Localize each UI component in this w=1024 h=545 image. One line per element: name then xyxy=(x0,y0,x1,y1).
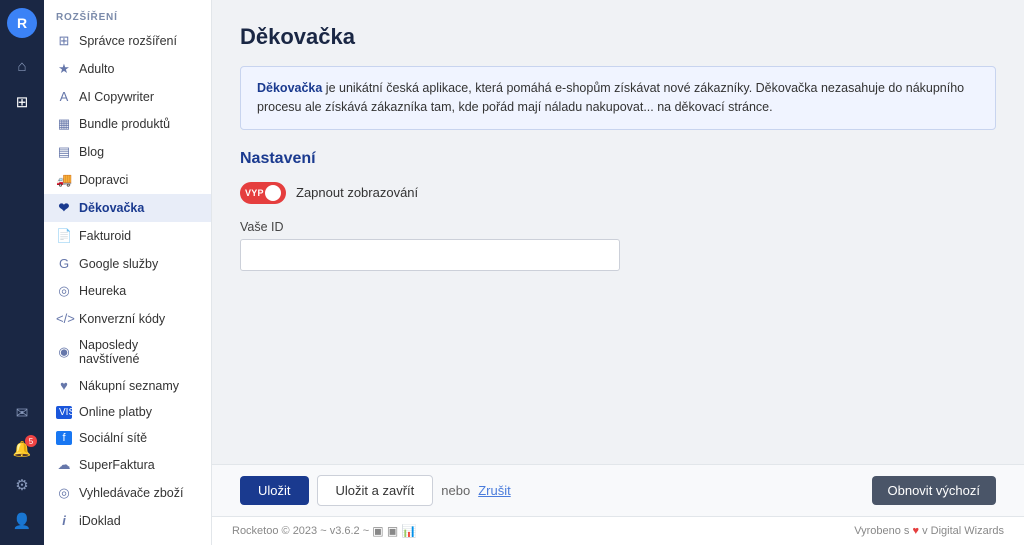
naposledy-icon: ◉ xyxy=(56,344,72,360)
sidebar-item-vyhledavace-label: Vyhledávače zboží xyxy=(79,486,183,500)
cancel-button[interactable]: Zrušit xyxy=(478,483,511,498)
sidebar-item-idoklad[interactable]: i iDoklad xyxy=(44,507,211,534)
sidebar-section-title-messenger: MESSENGER xyxy=(44,534,211,545)
page-title: Děkovačka xyxy=(240,24,996,50)
sidebar-item-fakturoid[interactable]: 📄 Fakturoid xyxy=(44,222,211,250)
sidebar-section-messenger: MESSENGER ◎ Nastavení xyxy=(44,534,211,545)
main-content: Děkovačka Děkovačka je unikátní česká ap… xyxy=(212,0,1024,464)
nakupni-icon: ♥ xyxy=(56,378,72,393)
sidebar-item-superfaktura[interactable]: ☁ SuperFaktura xyxy=(44,451,211,479)
settings-nav-icon[interactable]: ⚙ xyxy=(5,469,39,501)
sidebar-item-konverzni-label: Konverzní kódy xyxy=(79,312,165,326)
sidebar-item-social-label: Sociální sítě xyxy=(79,431,147,445)
info-box-bold: Děkovačka xyxy=(257,81,322,95)
sidebar-item-bundle-label: Bundle produktů xyxy=(79,117,170,131)
idoklad-icon: i xyxy=(56,513,72,528)
sidebar-item-heureka-label: Heureka xyxy=(79,284,126,298)
platby-icon: VISA xyxy=(56,406,72,419)
mail-nav-icon[interactable]: ✉ xyxy=(5,397,39,429)
settings-title: Nastavení xyxy=(240,150,996,168)
heart-icon: ♥ xyxy=(913,525,920,537)
sidebar-item-dekovacka-label: Děkovačka xyxy=(79,201,144,215)
notifications-nav-icon[interactable]: 🔔 5 xyxy=(5,433,39,465)
bottom-icons: ▣ ▣ 📊 xyxy=(372,524,416,538)
sidebar-item-konverzni[interactable]: </> Konverzní kódy xyxy=(44,305,211,332)
bundle-icon: ▦ xyxy=(56,116,72,132)
toggle-row: VYP Zapnout zobrazování xyxy=(240,182,996,204)
field-label: Vaše ID xyxy=(240,220,996,234)
sidebar: ROZŠÍŘENÍ ⊞ Správce rozšíření ★ Adulto A… xyxy=(44,0,212,545)
extensions-nav-icon[interactable]: ⊞ xyxy=(5,86,39,118)
sidebar-item-dopravci-label: Dopravci xyxy=(79,173,128,187)
toggle-text: Zapnout zobrazování xyxy=(296,185,418,200)
sidebar-item-vyhledavace[interactable]: ◎ Vyhledávače zboží xyxy=(44,479,211,507)
app-logo[interactable]: R xyxy=(7,8,37,38)
field-group: Vaše ID xyxy=(240,220,996,271)
sidebar-item-adulto[interactable]: ★ Adulto xyxy=(44,55,211,83)
ai-icon: A xyxy=(56,89,72,104)
konverzni-icon: </> xyxy=(56,311,72,326)
superfaktura-icon: ☁ xyxy=(56,457,72,473)
sidebar-item-google[interactable]: G Google služby xyxy=(44,250,211,277)
info-box: Děkovačka je unikátní česká aplikace, kt… xyxy=(240,66,996,130)
toggle-switch[interactable]: VYP xyxy=(240,182,286,204)
sidebar-section-title-rozsireni: ROZŠÍŘENÍ xyxy=(44,0,211,27)
vyhledavace-icon: ◎ xyxy=(56,485,72,501)
nebo-text: nebo xyxy=(441,483,470,498)
sidebar-item-bundle[interactable]: ▦ Bundle produktů xyxy=(44,110,211,138)
sidebar-item-ai-label: AI Copywriter xyxy=(79,90,154,104)
sidebar-item-idoklad-label: iDoklad xyxy=(79,514,121,528)
toggle-slider: VYP xyxy=(240,182,286,204)
sidebar-item-superfaktura-label: SuperFaktura xyxy=(79,458,155,472)
sidebar-item-blog[interactable]: ▤ Blog xyxy=(44,138,211,166)
sidebar-item-blog-label: Blog xyxy=(79,145,104,159)
icon-bar: R ⌂ ⊞ ✉ 🔔 5 ⚙ 👤 xyxy=(0,0,44,545)
sidebar-item-google-label: Google služby xyxy=(79,257,158,271)
sidebar-section-rozsireni: ROZŠÍŘENÍ ⊞ Správce rozšíření ★ Adulto A… xyxy=(44,0,211,534)
sidebar-item-ai-copywriter[interactable]: A AI Copywriter xyxy=(44,83,211,110)
toggle-vyp-label: VYP xyxy=(245,188,264,198)
sidebar-item-dekovacka[interactable]: ❤ Děkovačka xyxy=(44,194,211,222)
save-button[interactable]: Uložit xyxy=(240,476,309,505)
manager-icon: ⊞ xyxy=(56,33,72,49)
sidebar-item-heureka[interactable]: ◎ Heureka xyxy=(44,277,211,305)
sidebar-item-platby[interactable]: VISA Online platby xyxy=(44,399,211,425)
bottom-bar: Rocketoo © 2023 ~ v3.6.2 ~ ▣ ▣ 📊 Vyroben… xyxy=(212,516,1024,545)
fakturoid-icon: 📄 xyxy=(56,228,72,244)
google-icon: G xyxy=(56,256,72,271)
sidebar-item-naposledy[interactable]: ◉ Naposledy navštívené xyxy=(44,332,211,372)
sidebar-item-adulto-label: Adulto xyxy=(79,62,114,76)
home-nav-icon[interactable]: ⌂ xyxy=(5,50,39,82)
sidebar-item-nakupni-label: Nákupní seznamy xyxy=(79,379,179,393)
sidebar-item-manager-label: Správce rozšíření xyxy=(79,34,177,48)
heureka-icon: ◎ xyxy=(56,283,72,299)
version-text: ~ v3.6.2 ~ xyxy=(320,525,369,537)
info-box-text: je unikátní česká aplikace, která pomáhá… xyxy=(257,81,964,114)
blog-icon: ▤ xyxy=(56,144,72,160)
restore-button[interactable]: Obnovit výchozí xyxy=(872,476,997,505)
vase-id-input[interactable] xyxy=(240,239,620,271)
made-with-text: Vyrobeno s ♥ v Digital Wizards xyxy=(854,525,1004,537)
save-close-button[interactable]: Uložit a zavřít xyxy=(317,475,434,506)
dekovacka-icon: ❤ xyxy=(56,200,72,216)
sidebar-item-social[interactable]: f Sociální sítě xyxy=(44,425,211,451)
sidebar-item-nakupni[interactable]: ♥ Nákupní seznamy xyxy=(44,372,211,399)
user-nav-icon[interactable]: 👤 xyxy=(5,505,39,537)
adulto-icon: ★ xyxy=(56,61,72,77)
sidebar-item-naposledy-label: Naposledy navštívené xyxy=(79,338,199,366)
sidebar-item-manager[interactable]: ⊞ Správce rozšíření xyxy=(44,27,211,55)
sidebar-item-platby-label: Online platby xyxy=(79,405,152,419)
copyright-text: Rocketoo © 2023 xyxy=(232,525,317,537)
main-area: Děkovačka Děkovačka je unikátní česká ap… xyxy=(212,0,1024,545)
sidebar-item-dopravci[interactable]: 🚚 Dopravci xyxy=(44,166,211,194)
footer-bar: Uložit Uložit a zavřít nebo Zrušit Obnov… xyxy=(212,464,1024,516)
sidebar-item-fakturoid-label: Fakturoid xyxy=(79,229,131,243)
notifications-badge: 5 xyxy=(25,435,37,447)
dopravci-icon: 🚚 xyxy=(56,172,72,188)
social-icon: f xyxy=(56,431,72,445)
